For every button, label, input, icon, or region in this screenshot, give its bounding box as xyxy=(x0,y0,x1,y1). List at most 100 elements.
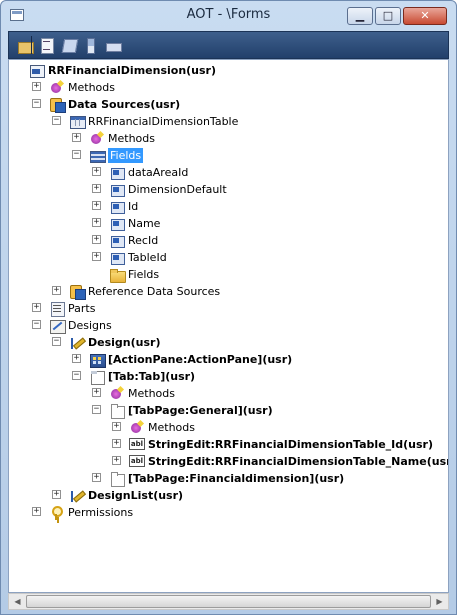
expand-icon[interactable]: + xyxy=(32,303,41,312)
horizontal-scrollbar[interactable]: ◀ ▶ xyxy=(8,593,449,610)
tree-node[interactable]: + abl StringEdit:RRFinancialDimensionTable… xyxy=(9,453,448,470)
tree-node[interactable]: + TableId xyxy=(9,249,448,266)
tree-node[interactable]: − Designs xyxy=(9,317,448,334)
tree-node[interactable]: + Name xyxy=(9,215,448,232)
tree-node[interactable]: + [ActionPane:ActionPane](usr) xyxy=(9,351,448,368)
collapse-icon[interactable]: − xyxy=(52,116,61,125)
tree-node-label[interactable]: Name xyxy=(128,216,160,231)
tree-node[interactable]: + DesignList(usr) xyxy=(9,487,448,504)
scroll-right-button[interactable]: ▶ xyxy=(431,594,448,609)
aot-tree[interactable]: RRFinancialDimension(usr) + Methods − Data S… xyxy=(8,59,449,593)
tree-node[interactable]: − RRFinancialDimensionTable xyxy=(9,113,448,130)
tree-node[interactable]: + DimensionDefault xyxy=(9,181,448,198)
tree-node-label[interactable]: Reference Data Sources xyxy=(88,284,220,299)
tree-node-label[interactable]: Designs xyxy=(68,318,112,333)
tree-node[interactable]: + Parts xyxy=(9,300,448,317)
expand-icon[interactable]: + xyxy=(32,507,41,516)
tree-node-label[interactable]: RRFinancialDimension(usr) xyxy=(48,63,216,78)
collapse-icon[interactable]: − xyxy=(72,150,81,159)
properties-icon[interactable] xyxy=(39,37,55,54)
tree-node-label[interactable]: StringEdit:RRFinancialDimensionTable_Nam… xyxy=(148,454,448,469)
tree-node-label[interactable]: TableId xyxy=(128,250,167,265)
collapse-icon[interactable]: − xyxy=(32,320,41,329)
datasources-icon xyxy=(69,284,86,300)
tree-node-label[interactable]: Fields xyxy=(108,148,144,163)
title-bar[interactable]: AOT - \Forms ▁ □ ✕ xyxy=(1,1,456,31)
sort-icon[interactable] xyxy=(83,37,99,54)
tree-node-label[interactable]: [Tab:Tab](usr) xyxy=(108,369,195,384)
scroll-left-button[interactable]: ◀ xyxy=(9,594,26,609)
expand-icon[interactable]: + xyxy=(72,133,81,142)
tree-node-label[interactable]: [TabPage:Financialdimension](usr) xyxy=(128,471,344,486)
expand-icon[interactable]: + xyxy=(92,252,101,261)
tree-node[interactable]: + dataAreaId xyxy=(9,164,448,181)
find-icon[interactable] xyxy=(105,37,122,53)
aot-window: AOT - \Forms ▁ □ ✕ RRFinancialDimension(… xyxy=(0,0,457,615)
tree-node-label[interactable]: RRFinancialDimensionTable xyxy=(88,114,238,129)
collapse-icon[interactable]: − xyxy=(92,405,101,414)
tree-node-label[interactable]: Methods xyxy=(128,386,175,401)
tree-node-label[interactable]: RecId xyxy=(128,233,158,248)
expand-icon[interactable]: + xyxy=(112,422,121,431)
expand-icon[interactable]: + xyxy=(112,456,121,465)
tree-node[interactable]: + [TabPage:Financialdimension](usr) xyxy=(9,470,448,487)
expand-icon[interactable]: + xyxy=(92,201,101,210)
expand-icon[interactable]: + xyxy=(112,439,121,448)
tree-node[interactable]: − Design(usr) xyxy=(9,334,448,351)
tree-node[interactable]: + Methods xyxy=(9,385,448,402)
compile-icon[interactable] xyxy=(61,37,77,53)
tree-node[interactable]: RRFinancialDimension(usr) xyxy=(9,62,448,79)
stringedit-icon: abl xyxy=(129,455,145,467)
collapse-icon[interactable]: − xyxy=(32,99,41,108)
tree-node-label[interactable]: Methods xyxy=(148,420,195,435)
tree-node-label[interactable]: Methods xyxy=(108,131,155,146)
expand-icon[interactable]: + xyxy=(92,473,101,482)
tree-node-label[interactable]: Id xyxy=(128,199,138,214)
maximize-button[interactable]: □ xyxy=(375,7,401,25)
expand-icon[interactable]: + xyxy=(32,82,41,91)
tree-node-label[interactable]: [ActionPane:ActionPane](usr) xyxy=(108,352,292,367)
expand-icon[interactable]: + xyxy=(92,184,101,193)
expand-icon[interactable]: + xyxy=(92,218,101,227)
tree-node[interactable]: − [Tab:Tab](usr) xyxy=(9,368,448,385)
tree-node-label[interactable]: Data Sources(usr) xyxy=(68,97,180,112)
tree-node-label[interactable]: Parts xyxy=(68,301,95,316)
tree-node[interactable]: + Methods xyxy=(9,419,448,436)
tree-node-label[interactable]: Permissions xyxy=(68,505,133,520)
tree-node-label[interactable]: Methods xyxy=(68,80,115,95)
tree-node-label[interactable]: [TabPage:General](usr) xyxy=(128,403,273,418)
tree-node[interactable]: + Id xyxy=(9,198,448,215)
field-icon xyxy=(109,182,125,197)
tree-node[interactable]: + Methods xyxy=(9,130,448,147)
tree-node-label[interactable]: dataAreaId xyxy=(128,165,188,180)
expand-icon[interactable]: + xyxy=(52,490,61,499)
tree-node[interactable]: + RecId xyxy=(9,232,448,249)
expand-icon[interactable]: + xyxy=(92,235,101,244)
tree-node[interactable]: − [TabPage:General](usr) xyxy=(9,402,448,419)
scroll-thumb[interactable] xyxy=(26,595,431,608)
collapse-icon[interactable]: − xyxy=(52,337,61,346)
resize-grip[interactable] xyxy=(449,603,457,613)
expand-icon[interactable]: + xyxy=(92,167,101,176)
tree-node[interactable]: + abl StringEdit:RRFinancialDimensionTable… xyxy=(9,436,448,453)
expand-icon[interactable]: + xyxy=(92,388,101,397)
fields-icon xyxy=(89,148,106,163)
stringedit-icon: abl xyxy=(129,438,145,450)
tree-node[interactable]: + Permissions xyxy=(9,504,448,521)
tree-node-label[interactable]: Fields xyxy=(128,267,159,282)
tree-node-label[interactable]: DimensionDefault xyxy=(128,182,227,197)
tree-node-label[interactable]: StringEdit:RRFinancialDimensionTable_Id(… xyxy=(148,437,433,452)
tree-node[interactable]: Fields xyxy=(9,266,448,283)
tree-node[interactable]: + Reference Data Sources xyxy=(9,283,448,300)
expand-icon[interactable]: + xyxy=(72,354,81,363)
tree-node[interactable]: − Fields xyxy=(9,147,448,164)
minimize-button[interactable]: ▁ xyxy=(347,7,373,25)
tree-node[interactable]: + Methods xyxy=(9,79,448,96)
toolbar-separator xyxy=(31,36,32,54)
tree-node-label[interactable]: Design(usr) xyxy=(88,335,160,350)
close-button[interactable]: ✕ xyxy=(403,7,447,25)
tree-node[interactable]: − Data Sources(usr) xyxy=(9,96,448,113)
tree-node-label[interactable]: DesignList(usr) xyxy=(88,488,183,503)
collapse-icon[interactable]: − xyxy=(72,371,81,380)
expand-icon[interactable]: + xyxy=(52,286,61,295)
